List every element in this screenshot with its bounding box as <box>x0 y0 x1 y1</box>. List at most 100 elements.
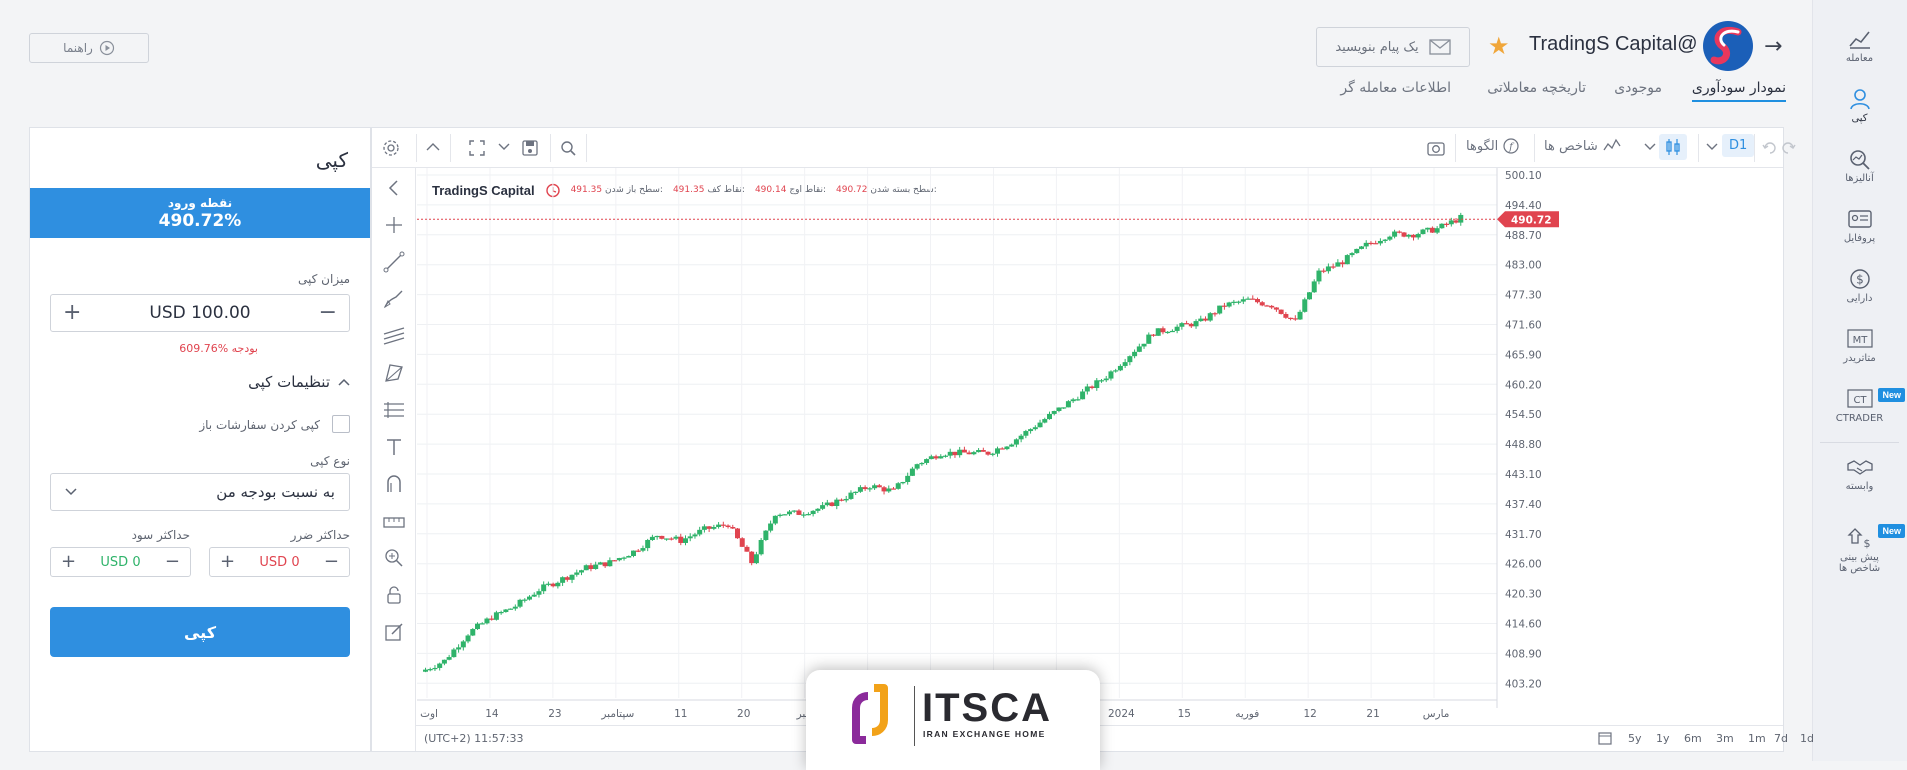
candle-body <box>427 669 433 671</box>
candle-body <box>555 582 561 587</box>
candle-body <box>739 538 745 547</box>
candle-body <box>999 448 1005 450</box>
candle-body <box>895 483 901 489</box>
max-profit-value[interactable]: USD 0 <box>100 555 140 570</box>
save-icon[interactable] <box>522 140 538 156</box>
plus-icon[interactable]: + <box>61 552 76 572</box>
crosshair-icon[interactable] <box>382 213 406 237</box>
indicators-button[interactable]: شاخص ها <box>1544 138 1621 154</box>
candle-body <box>583 565 589 571</box>
copy-button[interactable]: کپی <box>50 607 350 657</box>
calendar-icon[interactable] <box>1598 731 1612 745</box>
ruler-icon[interactable] <box>382 509 406 533</box>
candle-body <box>1080 391 1086 400</box>
minus-icon[interactable]: − <box>319 302 337 324</box>
lock-icon[interactable] <box>382 583 406 607</box>
back-arrow-icon[interactable]: → <box>1764 34 1782 59</box>
candle-body <box>867 488 873 490</box>
x-tick-label: مارس <box>1423 708 1450 720</box>
tab-trader-info[interactable]: اطلاعات معامله گر <box>1340 80 1451 96</box>
brush-icon[interactable] <box>382 287 406 311</box>
message-input[interactable]: یک پیام بنویسید <box>1316 27 1470 67</box>
interval-button[interactable]: D1 <box>1722 134 1755 157</box>
max-loss-value[interactable]: USD 0 <box>259 555 299 570</box>
candle-body <box>1278 309 1284 314</box>
candle-body <box>1023 431 1029 436</box>
nav-item-analysis[interactable]: آنالیزها <box>1812 138 1907 194</box>
candle-body <box>1425 227 1431 230</box>
range-1y[interactable]: 1y <box>1656 732 1670 745</box>
plus-icon[interactable]: + <box>220 552 235 572</box>
candle-body <box>933 456 939 459</box>
magnet-icon[interactable] <box>382 472 406 496</box>
y-tick-label: 500.10 <box>1505 170 1542 182</box>
drawing-toolbar <box>372 168 416 751</box>
candle-body <box>649 536 655 541</box>
nav-item-affiliate[interactable]: وابسته <box>1812 446 1907 502</box>
y-tick-label: 431.70 <box>1505 529 1542 541</box>
guide-button[interactable]: راهنما <box>29 33 149 63</box>
favorite-star-icon[interactable]: ★ <box>1488 33 1510 59</box>
range-1m[interactable]: 1m <box>1748 732 1766 745</box>
shape-icon[interactable] <box>382 361 406 385</box>
zoom-in-icon[interactable] <box>382 546 406 570</box>
mt-icon: MT <box>1846 329 1873 348</box>
fib-icon[interactable] <box>382 398 406 422</box>
nav-item-profile[interactable]: پروفایل <box>1812 198 1907 254</box>
minus-icon[interactable]: − <box>165 552 180 572</box>
chevron-up-icon[interactable] <box>426 142 440 152</box>
max-loss-stepper[interactable]: + USD 0 − <box>209 547 350 577</box>
minus-icon[interactable]: − <box>324 552 339 572</box>
candle-body <box>763 530 769 540</box>
chevron-down-icon[interactable] <box>498 143 510 151</box>
candle-body <box>843 498 849 501</box>
search-icon[interactable] <box>560 140 576 156</box>
nav-item-copy[interactable]: کپی <box>1812 78 1907 134</box>
settings-gear-icon[interactable] <box>382 139 400 157</box>
camera-icon[interactable] <box>1427 140 1445 156</box>
redo-icon[interactable] <box>1780 140 1796 156</box>
candle-body <box>1240 299 1246 302</box>
range-5y[interactable]: 5y <box>1628 732 1642 745</box>
nav-item-assets[interactable]: $ دارایی <box>1812 258 1907 314</box>
patterns-button[interactable]: الگوها f <box>1466 138 1519 154</box>
max-profit-stepper[interactable]: + USD 0 − <box>50 547 191 577</box>
trend-line-icon[interactable] <box>382 250 406 274</box>
candle-type-button[interactable] <box>1659 134 1687 160</box>
range-1d[interactable]: 1d <box>1800 732 1814 745</box>
amount-stepper[interactable]: + USD 100.00 − <box>50 294 350 332</box>
copy-type-select[interactable]: به نسبت بودجه من <box>50 473 350 511</box>
trader-name: TradingS Capital@ <box>1529 33 1698 55</box>
timezone-clock[interactable]: (UTC+2) 11:57:33 <box>424 732 524 745</box>
tab-profit-chart[interactable]: نمودار سودآوری <box>1691 80 1786 102</box>
tab-balance[interactable]: موجودی <box>1614 80 1662 96</box>
candle-body <box>957 449 963 456</box>
chevron-down-icon[interactable] <box>1706 143 1718 151</box>
chevron-down-icon[interactable] <box>1644 143 1656 151</box>
collapse-arrow-icon[interactable] <box>382 176 406 200</box>
range-7d[interactable]: 7d <box>1774 732 1788 745</box>
amount-value[interactable]: USD 100.00 <box>149 303 250 323</box>
nav-item-ctrader[interactable]: CT CTRADER New <box>1812 378 1907 434</box>
candle-body <box>1387 236 1393 240</box>
range-6m[interactable]: 6m <box>1684 732 1702 745</box>
y-tick-label: 483.00 <box>1505 260 1542 272</box>
candle-body <box>971 452 977 455</box>
channel-icon[interactable] <box>382 324 406 348</box>
tab-trade-history[interactable]: تاریخچه معاملاتی <box>1487 80 1586 96</box>
undo-icon[interactable] <box>1762 140 1778 156</box>
range-3m[interactable]: 3m <box>1716 732 1734 745</box>
copy-settings-toggle[interactable]: تنظیمات کپی <box>248 373 350 391</box>
plus-icon[interactable]: + <box>63 302 81 324</box>
nav-item-forecast[interactable]: $ پیش بینی شاخص ها New <box>1812 510 1907 590</box>
nav-item-metatrader[interactable]: MT متاتریدر <box>1812 318 1907 374</box>
candle-body <box>777 514 783 516</box>
text-icon[interactable] <box>382 435 406 459</box>
nav-item-trade[interactable]: معامله <box>1812 18 1907 74</box>
price-chart[interactable]: 500.10 494.40 488.70 483.00 477.30 471.60 465.… <box>417 168 1783 725</box>
candle-body <box>1113 370 1119 372</box>
copy-open-orders-checkbox[interactable] <box>332 415 350 433</box>
nav-label: CTRADER <box>1835 413 1884 424</box>
fullscreen-icon[interactable] <box>469 140 485 156</box>
edit-icon[interactable] <box>382 620 406 644</box>
